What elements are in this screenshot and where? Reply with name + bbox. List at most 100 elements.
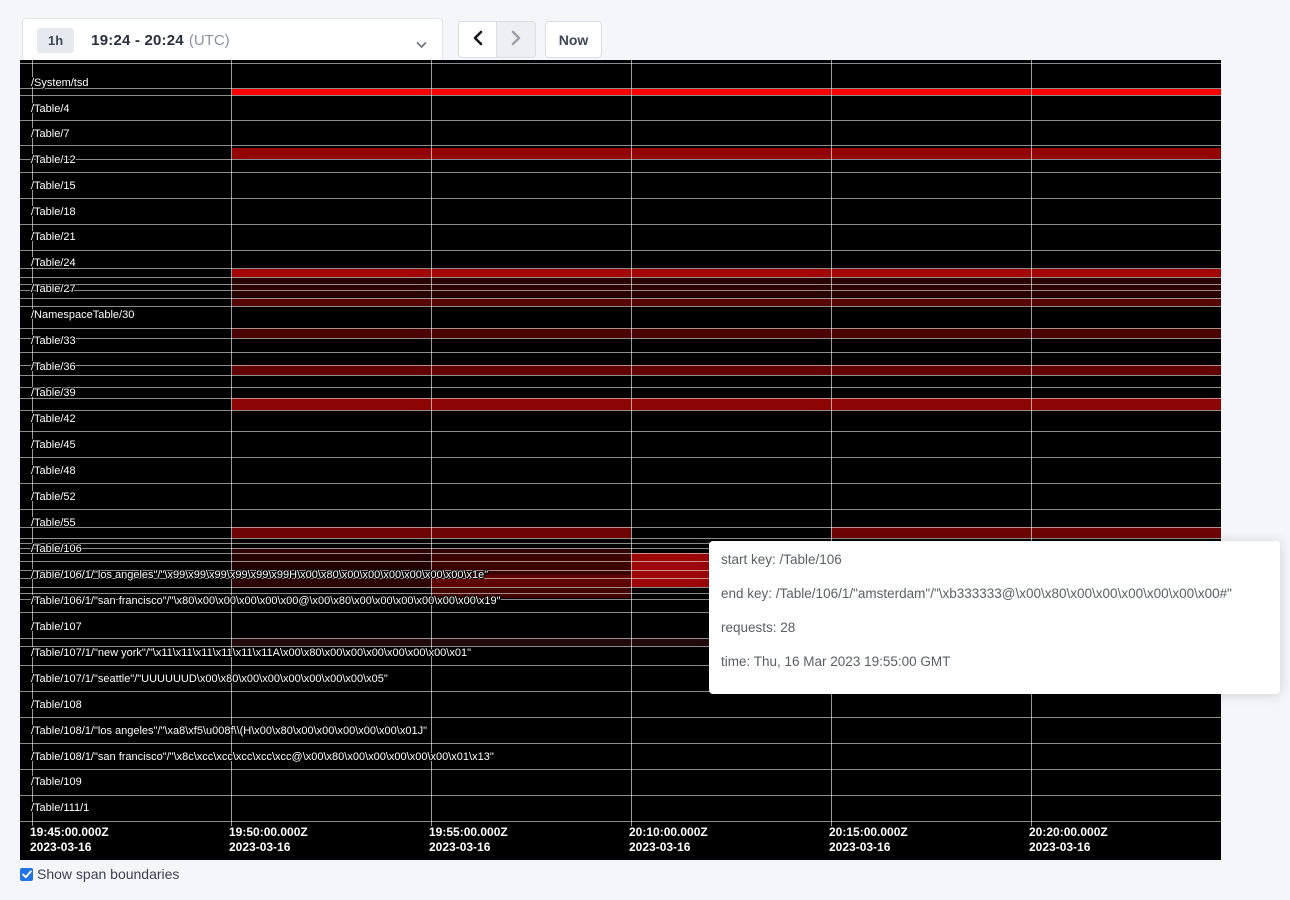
row-label: /Table/36 [31, 358, 76, 376]
row-label: /Table/52 [31, 488, 76, 506]
row-label: /Table/18 [31, 203, 76, 221]
heat-band[interactable] [232, 298, 1221, 306]
next-range-button[interactable] [497, 21, 536, 58]
span-boundary-line [20, 88, 1221, 89]
row-label: /Table/33 [31, 332, 76, 350]
row-label: /Table/21 [31, 228, 76, 246]
x-axis-date: 2023-03-16 [1029, 840, 1108, 855]
row-label: /Table/55 [31, 514, 76, 532]
span-boundary-line [20, 63, 1221, 64]
x-axis-time: 20:20:00.000Z [1029, 825, 1108, 840]
span-boundary-line [20, 821, 1221, 822]
chevron-left-icon [472, 30, 484, 49]
span-boundary-line [20, 120, 1221, 121]
x-axis-label: 19:55:00.000Z2023-03-16 [429, 825, 508, 855]
span-boundary-line [20, 527, 1221, 528]
tooltip-end-key: end key: /Table/106/1/"amsterdam"/"\xb33… [721, 577, 1270, 611]
row-label: /Table/106/1/"san francisco"/"\x80\x00\x… [31, 592, 501, 610]
row-label: /Table/107/1/"seattle"/"UUUUUUD\x00\x80\… [31, 670, 388, 688]
span-boundary-line [20, 483, 1221, 484]
chevron-right-icon [510, 30, 522, 49]
x-axis-label: 20:10:00.000Z2023-03-16 [629, 825, 708, 855]
hover-tooltip: start key: /Table/106 end key: /Table/10… [709, 541, 1280, 694]
span-boundary-line [20, 795, 1221, 796]
span-boundary-line [20, 198, 1221, 199]
show-span-boundaries-control[interactable]: Show span boundaries [20, 866, 179, 882]
span-boundary-line [20, 365, 1221, 366]
x-axis-date: 2023-03-16 [229, 840, 308, 855]
span-boundary-line [20, 743, 1221, 744]
x-axis-time: 19:45:00.000Z [30, 825, 109, 840]
span-boundary-line [20, 509, 1221, 510]
row-label: /Table/111/1 [31, 799, 89, 817]
row-label: /Table/109 [31, 773, 82, 791]
row-label: /Table/4 [31, 100, 70, 118]
time-gridline [831, 60, 832, 826]
row-label: /Table/45 [31, 436, 76, 454]
row-label: /Table/106/1/"los angeles"/"\x99\x99\x99… [31, 566, 488, 584]
x-axis-date: 2023-03-16 [829, 840, 908, 855]
row-label: /NamespaceTable/30 [31, 306, 134, 324]
span-boundary-line [20, 159, 1221, 160]
span-boundary-line [20, 145, 1221, 146]
row-label: /Table/42 [31, 410, 76, 428]
span-boundary-line [20, 250, 1221, 251]
span-boundary-line [20, 410, 1221, 411]
row-label: /Table/108/1/"san francisco"/"\x8c\xcc\x… [31, 748, 494, 766]
span-boundary-line [20, 375, 1221, 376]
prev-range-button[interactable] [458, 21, 497, 58]
key-visualizer-canvas[interactable]: /System/tsd/Table/4/Table/7/Table/12/Tab… [20, 60, 1221, 860]
span-boundary-line [20, 277, 1221, 278]
x-axis-time: 20:15:00.000Z [829, 825, 908, 840]
span-boundary-line [20, 431, 1221, 432]
span-boundary-line [20, 284, 1221, 285]
row-label: /Table/39 [31, 384, 76, 402]
x-axis-date: 2023-03-16 [429, 840, 508, 855]
row-label: /Table/12 [31, 151, 76, 169]
heat-band[interactable] [232, 328, 1221, 338]
row-label: /Table/15 [31, 177, 76, 195]
span-boundary-line [20, 538, 1221, 539]
span-boundary-line [20, 95, 1221, 96]
row-label: /Table/27 [31, 280, 76, 298]
range-timezone: (UTC) [189, 32, 230, 49]
show-span-boundaries-checkbox[interactable] [20, 868, 33, 881]
time-gridline [431, 60, 432, 826]
span-boundary-line [20, 387, 1221, 388]
span-boundary-line [20, 172, 1221, 173]
span-boundary-line [20, 352, 1221, 353]
span-boundary-line [20, 298, 1221, 299]
time-gridline [231, 60, 232, 826]
time-gridline [1031, 60, 1032, 826]
heat-band[interactable] [232, 398, 1221, 410]
span-boundary-line [20, 338, 1221, 339]
heat-band[interactable] [831, 527, 1221, 538]
checkbox-label: Show span boundaries [37, 866, 179, 882]
span-boundary-line [20, 306, 1221, 307]
heat-band[interactable] [232, 277, 1221, 297]
x-axis-time: 19:50:00.000Z [229, 825, 308, 840]
heat-band[interactable] [232, 365, 1221, 375]
row-label: /Table/107/1/"new york"/"\x11\x11\x11\x1… [31, 644, 471, 662]
tooltip-requests: requests: 28 [721, 611, 1270, 645]
heat-band[interactable] [232, 269, 1221, 277]
span-boundary-line [20, 224, 1221, 225]
time-range-selector[interactable]: 1h 19:24 - 20:24 (UTC) [22, 18, 443, 62]
span-boundary-line [20, 398, 1221, 399]
now-button[interactable]: Now [545, 21, 602, 58]
row-label: /Table/7 [31, 125, 70, 143]
span-boundary-line [20, 290, 1221, 291]
range-text: 19:24 - 20:24 [91, 32, 184, 49]
heat-band[interactable] [232, 148, 1221, 159]
range-nav-group [458, 21, 536, 58]
x-axis-label: 20:15:00.000Z2023-03-16 [829, 825, 908, 855]
time-gridline [631, 60, 632, 826]
row-label: /Table/107 [31, 618, 82, 636]
x-axis-date: 2023-03-16 [30, 840, 109, 855]
x-axis-time: 20:10:00.000Z [629, 825, 708, 840]
x-axis-date: 2023-03-16 [629, 840, 708, 855]
row-label: /Table/108/1/"los angeles"/"\xa8\xf5\u00… [31, 722, 427, 740]
row-label: /Table/48 [31, 462, 76, 480]
tooltip-time: time: Thu, 16 Mar 2023 19:55:00 GMT [721, 645, 1270, 679]
span-boundary-line [20, 457, 1221, 458]
